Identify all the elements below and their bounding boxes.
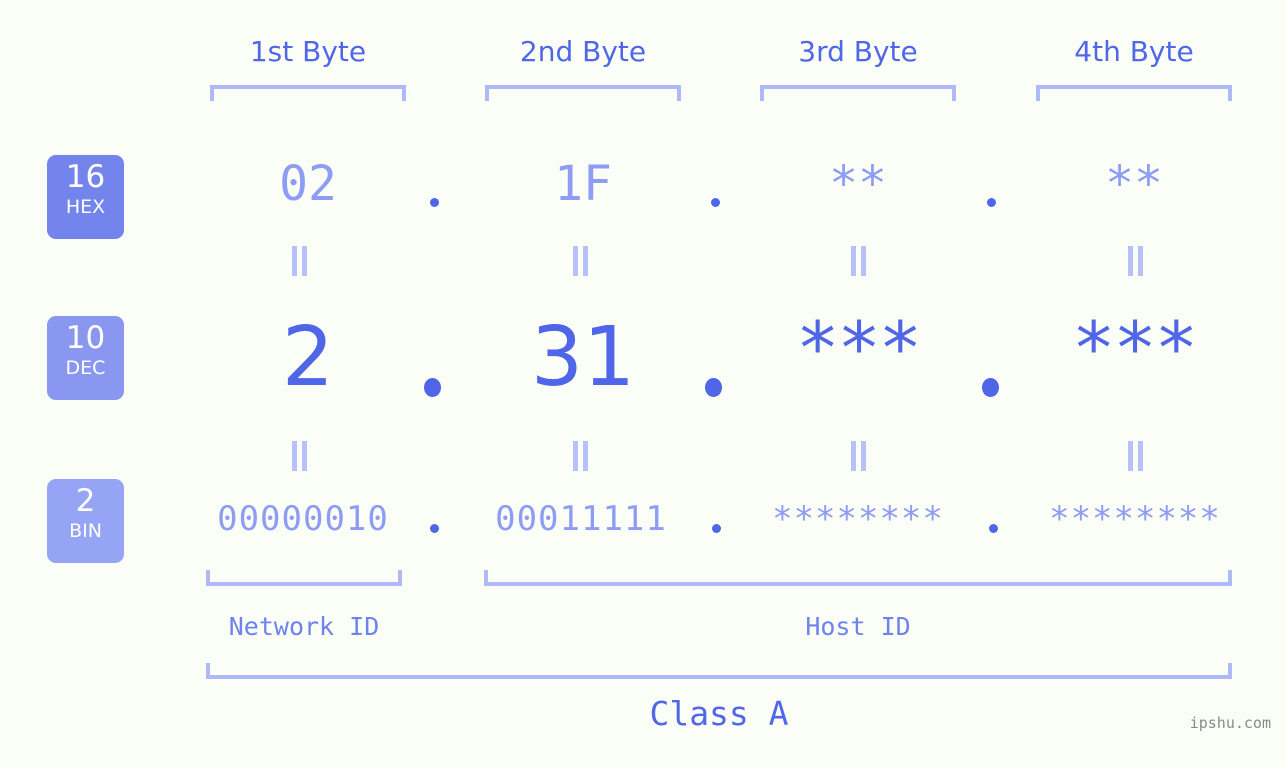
bin-value-byte-1: 00000010 [217, 499, 389, 539]
hex-value-byte-1: 02 [279, 156, 337, 212]
network-id-bracket [206, 570, 402, 586]
class-label: Class A [649, 694, 789, 733]
site-watermark: ipshu.com [1189, 714, 1271, 732]
radix-badge-bin: 2 BIN [47, 479, 124, 563]
class-bracket [206, 663, 1232, 679]
bin-value-byte-2: 00011111 [495, 499, 667, 539]
equality-mark-dec-bin-4 [1127, 441, 1144, 471]
radix-badge-hex-number: 16 [65, 159, 106, 195]
radix-badge-dec: 10 DEC [47, 316, 124, 400]
dec-value-byte-1: 2 [281, 310, 335, 405]
radix-badge-dec-number: 10 [65, 320, 106, 356]
bin-separator-dot-3 [989, 524, 998, 533]
hex-separator-dot-2 [711, 198, 720, 207]
bin-separator-dot-2 [712, 524, 721, 533]
equality-mark-dec-bin-3 [850, 441, 867, 471]
bin-value-byte-4: ******** [1049, 499, 1221, 539]
radix-badge-hex: 16 HEX [47, 155, 124, 239]
dec-separator-dot-3 [982, 378, 999, 397]
radix-badge-bin-number: 2 [75, 483, 96, 519]
hex-value-byte-2: 1F [554, 156, 612, 212]
byte-bracket-top-4 [1036, 85, 1232, 101]
byte-header-4: 4th Byte [1074, 35, 1194, 68]
bin-separator-dot-1 [430, 524, 439, 533]
bin-value-byte-3: ******** [772, 499, 944, 539]
byte-bracket-top-1 [210, 85, 406, 101]
byte-bracket-top-3 [760, 85, 956, 101]
dec-separator-dot-2 [705, 378, 722, 397]
hex-value-byte-3: ** [829, 156, 887, 212]
ip-address-breakdown-diagram: 1st Byte 2nd Byte 3rd Byte 4th Byte 16 H… [0, 0, 1285, 767]
host-id-bracket [484, 570, 1232, 586]
byte-bracket-top-2 [485, 85, 681, 101]
equality-mark-hex-dec-3 [850, 246, 867, 276]
hex-separator-dot-1 [430, 198, 439, 207]
dec-value-byte-3: *** [795, 306, 922, 390]
byte-header-2: 2nd Byte [519, 35, 647, 68]
radix-badge-dec-name: DEC [65, 357, 106, 379]
equality-mark-dec-bin-2 [572, 441, 589, 471]
network-id-label: Network ID [228, 612, 380, 641]
dec-value-byte-2: 31 [530, 310, 636, 405]
equality-mark-hex-dec-1 [291, 246, 308, 276]
radix-badge-hex-name: HEX [65, 196, 106, 218]
hex-separator-dot-3 [987, 198, 996, 207]
equality-mark-dec-bin-1 [291, 441, 308, 471]
equality-mark-hex-dec-4 [1127, 246, 1144, 276]
byte-header-1: 1st Byte [249, 35, 367, 68]
host-id-label: Host ID [805, 612, 911, 641]
byte-header-3: 3rd Byte [798, 35, 918, 68]
dec-value-byte-4: *** [1071, 306, 1198, 390]
hex-value-byte-4: ** [1105, 156, 1163, 212]
dec-separator-dot-1 [424, 378, 441, 397]
equality-mark-hex-dec-2 [572, 246, 589, 276]
radix-badge-bin-name: BIN [69, 520, 102, 542]
